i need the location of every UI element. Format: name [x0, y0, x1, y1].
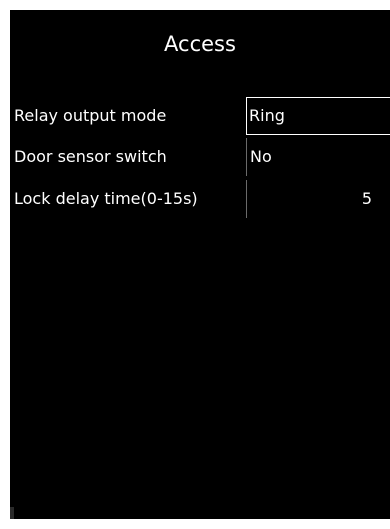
setting-row-door-sensor-switch[interactable]: Door sensor switch No [10, 138, 390, 176]
setting-label: Door sensor switch [14, 147, 167, 166]
screen-edge-mark [10, 507, 14, 519]
page-title: Access [164, 32, 236, 56]
setting-value: No [250, 147, 272, 166]
setting-value: 5 [361, 189, 372, 208]
access-settings-screen: Access Relay output mode Ring Door senso… [10, 10, 390, 519]
setting-row-relay-output-mode[interactable]: Relay output mode Ring [10, 97, 390, 135]
relay-output-mode-select[interactable]: Ring [246, 97, 390, 135]
setting-label: Relay output mode [14, 106, 167, 125]
setting-label: Lock delay time(0-15s) [14, 189, 198, 208]
lock-delay-time-input[interactable]: 5 [246, 180, 390, 218]
door-sensor-switch-select[interactable]: No [246, 138, 390, 176]
setting-row-lock-delay-time[interactable]: Lock delay time(0-15s) 5 [10, 180, 390, 218]
setting-value: Ring [249, 106, 285, 125]
